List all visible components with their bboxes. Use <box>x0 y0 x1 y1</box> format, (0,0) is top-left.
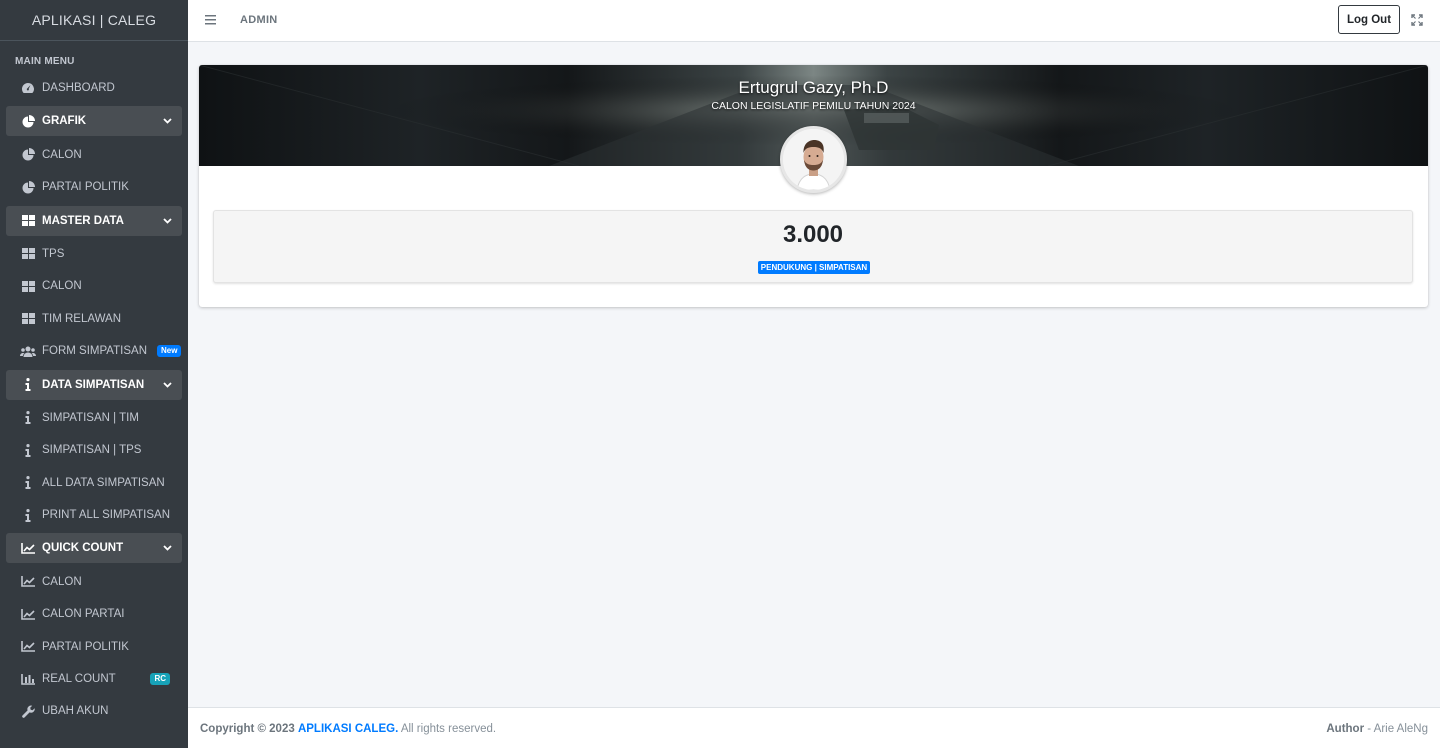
top-navbar: ADMIN Log Out <box>188 0 1440 42</box>
chevron-down-icon <box>162 116 172 126</box>
hamburger-menu-icon[interactable] <box>205 13 217 27</box>
info-icon <box>20 378 36 392</box>
sidebar-item-qc-calon-partai[interactable]: CALON PARTAI <box>6 600 182 628</box>
sidebar-item-print-all-simpatisan[interactable]: PRINT ALL SIMPATISAN <box>6 501 182 529</box>
sidebar-item-label: CALON PARTAI <box>42 608 125 621</box>
sidebar-item-label: QUICK COUNT <box>42 542 124 555</box>
sidebar-item-label: PARTAI POLITIK <box>42 181 129 194</box>
sidebar-item-ubah-akun[interactable]: UBAH AKUN <box>6 697 182 725</box>
pie-chart-icon <box>20 148 36 162</box>
footer-brand-link[interactable]: APLIKASI CALEG. <box>298 723 398 735</box>
info-icon <box>20 411 36 425</box>
pie-chart-icon <box>20 180 36 194</box>
sidebar-item-label: UBAH AKUN <box>42 705 109 718</box>
users-icon <box>20 344 36 358</box>
sidebar-item-label: GRAFIK <box>42 115 87 128</box>
sidebar-item-tps[interactable]: TPS <box>6 240 182 268</box>
author-label: Author <box>1326 723 1365 735</box>
brand-title[interactable]: APLIKASI | CALEG <box>0 0 188 41</box>
avatar <box>780 126 847 193</box>
info-icon <box>20 476 36 490</box>
admin-link[interactable]: ADMIN <box>240 14 278 26</box>
chevron-down-icon <box>162 216 172 226</box>
line-chart-icon <box>20 607 36 621</box>
person-avatar-icon <box>783 129 844 190</box>
sidebar-item-label: DASHBOARD <box>42 82 115 94</box>
sidebar-item-simpatisan-tps[interactable]: SIMPATISAN | TPS <box>6 436 182 464</box>
table-icon <box>20 247 36 261</box>
sidebar-item-label: SIMPATISAN | TPS <box>42 444 142 457</box>
info-icon <box>20 443 36 457</box>
sidebar-item-label: FORM SIMPATISAN <box>42 345 147 358</box>
candidate-name: Ertugrul Gazy, Ph.D <box>738 78 889 97</box>
logout-button[interactable]: Log Out <box>1338 5 1400 34</box>
new-badge: New <box>157 345 182 358</box>
sidebar-item-label: TIM RELAWAN <box>42 312 122 325</box>
table-icon <box>20 214 36 228</box>
chevron-down-icon <box>162 380 172 390</box>
wrench-icon <box>20 704 36 718</box>
footer: Copyright © 2023 APLIKASI CALEG. All rig… <box>188 707 1440 748</box>
line-chart-icon <box>20 575 36 589</box>
sidebar-item-grafik[interactable]: GRAFIK <box>6 106 182 137</box>
sidebar-item-grafik-partai-politik[interactable]: PARTAI POLITIK <box>6 173 182 201</box>
rc-badge: RC <box>150 673 170 686</box>
sidebar-item-label: DATA SIMPATISAN <box>42 378 145 391</box>
copyright-prefix: Copyright © 2023 <box>200 723 295 735</box>
sidebar-item-label: PARTAI POLITIK <box>42 640 129 653</box>
sidebar-item-form-simpatisan[interactable]: FORM SIMPATISAN New <box>6 337 182 365</box>
footer-rights: All rights reserved. <box>400 723 497 735</box>
menu-header: MAIN MENU <box>15 56 75 67</box>
sidebar-item-real-count[interactable]: REAL COUNT RC <box>6 665 182 693</box>
footer-author: Author - Arie AleNg <box>1326 723 1428 735</box>
sidebar-item-dashboard[interactable]: DASHBOARD <box>6 74 182 102</box>
sidebar-item-master-calon[interactable]: CALON <box>6 272 182 300</box>
sidebar-item-simpatisan-tim[interactable]: SIMPATISAN | TIM <box>6 404 182 432</box>
sidebar-item-label: PRINT ALL SIMPATISAN <box>42 509 171 522</box>
tachometer-icon <box>20 81 36 95</box>
candidate-subtitle: CALON LEGISLATIF PEMILU TAHUN 2024 <box>711 100 916 112</box>
sidebar: APLIKASI | CALEG MAIN MENU DASHBOARD GRA… <box>0 0 188 748</box>
info-icon <box>20 508 36 522</box>
bar-chart-icon <box>20 672 36 686</box>
sidebar-item-label: REAL COUNT <box>42 673 116 686</box>
supporters-count: 3.000 <box>782 221 844 248</box>
sidebar-item-grafik-calon[interactable]: CALON <box>6 141 182 169</box>
sidebar-item-label: CALON <box>42 575 82 588</box>
sidebar-item-master-data[interactable]: MASTER DATA <box>6 205 182 236</box>
line-chart-icon <box>20 541 36 555</box>
sidebar-item-label: TPS <box>42 247 65 260</box>
fullscreen-icon[interactable] <box>1411 13 1423 26</box>
sidebar-item-label: CALON <box>42 148 82 161</box>
sidebar-item-quick-count[interactable]: QUICK COUNT <box>6 533 182 564</box>
line-chart-icon <box>20 640 36 654</box>
table-icon <box>20 279 36 293</box>
sidebar-item-data-simpatisan[interactable]: DATA SIMPATISAN <box>6 369 182 400</box>
chevron-down-icon <box>162 543 172 553</box>
sidebar-item-tim-relawan[interactable]: TIM RELAWAN <box>6 305 182 333</box>
table-icon <box>20 312 36 326</box>
supporters-stat-box: 3.000 PENDUKUNG | SIMPATISAN <box>213 210 1413 283</box>
author-name: - Arie AleNg <box>1367 723 1428 735</box>
profile-card: Ertugrul Gazy, Ph.D CALON LEGISLATIF PEM… <box>199 65 1428 307</box>
sidebar-item-label: SIMPATISAN | TIM <box>42 411 139 424</box>
sidebar-item-label: ALL DATA SIMPATISAN <box>42 476 165 489</box>
sidebar-item-all-data-simpatisan[interactable]: ALL DATA SIMPATISAN <box>6 469 182 497</box>
footer-copyright: Copyright © 2023 APLIKASI CALEG. All rig… <box>200 723 496 735</box>
sidebar-item-label: CALON <box>42 280 82 293</box>
supporters-label-badge: PENDUKUNG | SIMPATISAN <box>758 261 870 274</box>
sidebar-item-qc-partai-politik[interactable]: PARTAI POLITIK <box>6 633 182 661</box>
pie-chart-icon <box>20 114 36 128</box>
sidebar-item-qc-calon[interactable]: CALON <box>6 568 182 596</box>
sidebar-item-label: MASTER DATA <box>42 214 124 227</box>
